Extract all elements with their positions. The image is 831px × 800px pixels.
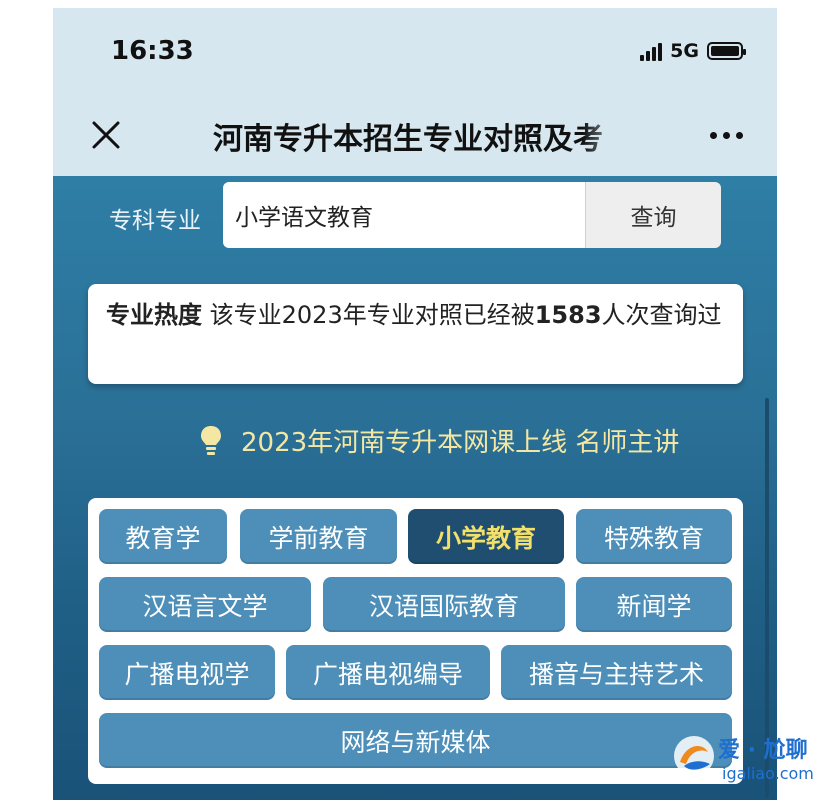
major-tag[interactable]: 教育学 [99, 509, 227, 564]
watermark: 爱 · 尬聊 igaliao.com [672, 730, 822, 792]
promo-text: 2023年河南专升本网课上线 名师主讲 [241, 428, 680, 458]
major-tag[interactable]: 广播电视学 [99, 645, 275, 700]
network-type: 5G [670, 40, 699, 62]
heat-title: 专业热度 [106, 301, 202, 329]
top-bar: 16:33 5G 河南专升本招生专业对照及考 [53, 8, 777, 176]
page-title: 河南专升本招生专业对照及考 [213, 122, 603, 157]
phone-screen: 16:33 5G 河南专升本招生专业对照及考 专科专业 查询 专业热度 该专业2… [53, 8, 777, 800]
status-icons: 5G [640, 40, 746, 62]
promo-link[interactable]: 2023年河南专升本网课上线 名师主讲 [199, 422, 679, 459]
major-tag[interactable]: 播音与主持艺术 [501, 645, 732, 700]
major-tag[interactable]: 广播电视编导 [286, 645, 490, 700]
majors-panel: 教育学 学前教育 小学教育 特殊教育 汉语言文学 汉语国际教育 新闻学 广播电视… [88, 498, 743, 784]
major-tag[interactable]: 汉语言文学 [99, 577, 311, 632]
heat-text-after: 人次查询过 [601, 301, 722, 329]
heat-card: 专业热度 该专业2023年专业对照已经被1583人次查询过 [88, 284, 743, 384]
heat-count: 1583 [534, 301, 602, 329]
major-tag[interactable]: 汉语国际教育 [323, 577, 565, 632]
major-tag[interactable]: 网络与新媒体 [99, 713, 732, 768]
major-tag[interactable]: 新闻学 [576, 577, 732, 632]
search-input[interactable] [223, 182, 585, 248]
major-tag[interactable]: 特殊教育 [576, 509, 732, 564]
search-label: 专科专业 [109, 208, 201, 234]
heat-text-before: 该专业2023年专业对照已经被 [209, 301, 535, 329]
lightbulb-icon [201, 425, 221, 455]
more-icon[interactable] [710, 132, 743, 139]
brand-logo-icon [674, 736, 714, 776]
search-button[interactable]: 查询 [585, 182, 721, 248]
watermark-brand: 爱 · 尬聊 [718, 738, 808, 763]
major-tag-active[interactable]: 小学教育 [408, 509, 564, 564]
battery-icon [707, 42, 746, 60]
signal-icon [640, 41, 663, 61]
watermark-url: igaliao.com [722, 764, 814, 783]
close-icon[interactable] [89, 118, 123, 152]
status-time: 16:33 [111, 36, 194, 66]
major-tag[interactable]: 学前教育 [240, 509, 397, 564]
